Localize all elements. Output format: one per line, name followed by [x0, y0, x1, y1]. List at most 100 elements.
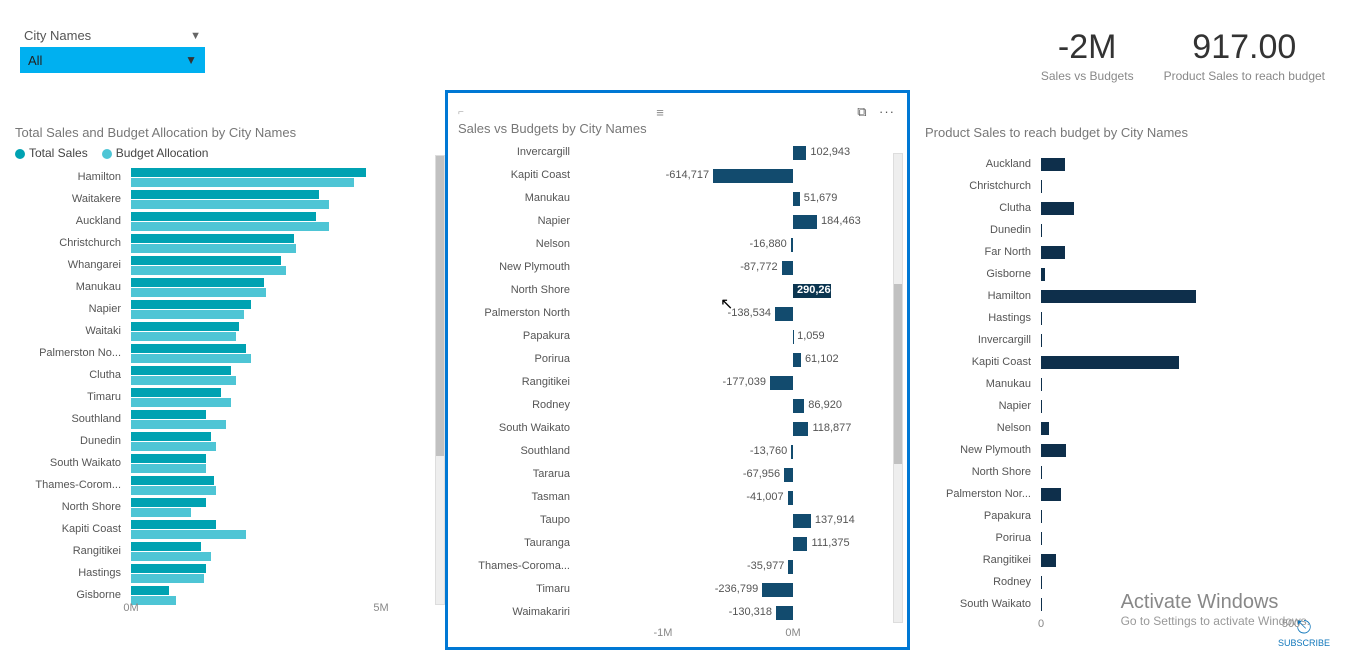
bar-total-sales[interactable]: [131, 542, 201, 551]
bar[interactable]: [1041, 246, 1065, 259]
bar-budget-allocation[interactable]: [131, 442, 216, 451]
chart-product-sales-to-reach-budget[interactable]: Product Sales to reach budget by City Na…: [925, 125, 1325, 645]
bar-row[interactable]: Palmerston No...: [15, 344, 435, 366]
bar-row[interactable]: Clutha: [925, 198, 1325, 220]
bar-row[interactable]: Waitaki: [15, 322, 435, 344]
slicer-dropdown[interactable]: All ▼: [20, 47, 205, 73]
bar-row[interactable]: Rodney86,920: [458, 395, 903, 418]
bar[interactable]: [1041, 158, 1065, 171]
bar-row[interactable]: South Waikato118,877: [458, 418, 903, 441]
bar[interactable]: [1041, 400, 1042, 413]
bar-total-sales[interactable]: [131, 234, 294, 243]
bar-total-sales[interactable]: [131, 190, 319, 199]
bar[interactable]: [1041, 356, 1179, 369]
bar-row[interactable]: Rangitikei-177,039: [458, 372, 903, 395]
bar[interactable]: [788, 491, 793, 505]
bar-total-sales[interactable]: [131, 410, 206, 419]
bar[interactable]: [1041, 510, 1042, 523]
bar-row[interactable]: Invercargill102,943: [458, 142, 903, 165]
bar[interactable]: [1041, 268, 1045, 281]
bar[interactable]: [793, 146, 806, 160]
bar-row[interactable]: Tararua-67,956: [458, 464, 903, 487]
bar[interactable]: [793, 422, 808, 436]
bar-row[interactable]: New Plymouth-87,772: [458, 257, 903, 280]
bar-row[interactable]: Taupo137,914: [458, 510, 903, 533]
card-sales-vs-budgets[interactable]: -2M Sales vs Budgets: [1041, 28, 1134, 83]
bar-total-sales[interactable]: [131, 300, 251, 309]
scrollbar[interactable]: [893, 153, 903, 623]
bar-total-sales[interactable]: [131, 476, 214, 485]
bar-total-sales[interactable]: [131, 344, 246, 353]
bar[interactable]: [793, 353, 801, 367]
bar-row[interactable]: Clutha: [15, 366, 435, 388]
bar-budget-allocation[interactable]: [131, 354, 251, 363]
bar-total-sales[interactable]: [131, 212, 316, 221]
bar-row[interactable]: Manukau: [925, 374, 1325, 396]
bar-row[interactable]: Timaru: [15, 388, 435, 410]
focus-mode-icon[interactable]: ⧉: [857, 104, 866, 119]
bar-total-sales[interactable]: [131, 520, 216, 529]
bar-budget-allocation[interactable]: [131, 200, 329, 209]
card-product-sales-to-reach-budget[interactable]: 917.00 Product Sales to reach budget: [1164, 28, 1325, 83]
scrollbar-thumb[interactable]: [436, 156, 444, 456]
bar-row[interactable]: Manukau51,679: [458, 188, 903, 211]
bar[interactable]: [793, 192, 800, 206]
bar-budget-allocation[interactable]: [131, 398, 231, 407]
bar-row[interactable]: Thames-Corom...: [15, 476, 435, 498]
bar-budget-allocation[interactable]: [131, 332, 236, 341]
bar-row[interactable]: Timaru-236,799: [458, 579, 903, 602]
bar[interactable]: [1041, 532, 1042, 545]
bar-row[interactable]: Hamilton: [925, 286, 1325, 308]
bar-row[interactable]: Kapiti Coast: [15, 520, 435, 542]
bar-budget-allocation[interactable]: [131, 244, 296, 253]
bar[interactable]: [1041, 180, 1042, 193]
bar-row[interactable]: Kapiti Coast-614,717: [458, 165, 903, 188]
bar[interactable]: [791, 445, 793, 459]
bar-row[interactable]: Thames-Coroma...-35,977: [458, 556, 903, 579]
bar[interactable]: [775, 307, 793, 321]
bar[interactable]: [791, 238, 793, 252]
bar-row[interactable]: Napier184,463: [458, 211, 903, 234]
bar[interactable]: [713, 169, 793, 183]
bar[interactable]: [1041, 378, 1042, 391]
bar-total-sales[interactable]: [131, 168, 366, 177]
bar-row[interactable]: Porirua61,102: [458, 349, 903, 372]
bar-row[interactable]: Papakura1,059: [458, 326, 903, 349]
bar[interactable]: [1041, 290, 1196, 303]
bar[interactable]: [1041, 466, 1042, 479]
bar[interactable]: [1041, 598, 1042, 611]
bar[interactable]: [1041, 224, 1042, 237]
bar-total-sales[interactable]: [131, 454, 206, 463]
bar[interactable]: [1041, 554, 1056, 567]
bar-row[interactable]: Dunedin: [925, 220, 1325, 242]
bar-budget-allocation[interactable]: [131, 464, 206, 473]
bar-budget-allocation[interactable]: [131, 420, 226, 429]
bar-row[interactable]: Rangitikei: [15, 542, 435, 564]
bar[interactable]: [793, 399, 804, 413]
bar-row[interactable]: Southland-13,760: [458, 441, 903, 464]
bar-row[interactable]: Napier: [15, 300, 435, 322]
bar-row[interactable]: Auckland: [15, 212, 435, 234]
bar-row[interactable]: North Shore290,263: [458, 280, 903, 303]
bar-budget-allocation[interactable]: [131, 310, 244, 319]
chart-total-sales-budget-allocation[interactable]: Total Sales and Budget Allocation by Cit…: [15, 125, 435, 645]
bar-budget-allocation[interactable]: [131, 178, 354, 187]
bar-row[interactable]: Dunedin: [15, 432, 435, 454]
bar-row[interactable]: Palmerston Nor...: [925, 484, 1325, 506]
scrollbar[interactable]: [435, 155, 445, 605]
bar-budget-allocation[interactable]: [131, 376, 236, 385]
bar-total-sales[interactable]: [131, 256, 281, 265]
drag-grip-icon[interactable]: ≡: [656, 105, 665, 120]
bar[interactable]: [770, 376, 793, 390]
bar[interactable]: [793, 537, 807, 551]
bar[interactable]: [784, 468, 793, 482]
bar[interactable]: [793, 215, 817, 229]
bar-row[interactable]: Napier: [925, 396, 1325, 418]
bar-total-sales[interactable]: [131, 388, 221, 397]
bar-total-sales[interactable]: [131, 564, 206, 573]
slicer-header[interactable]: City Names ▼: [20, 28, 205, 47]
bar-row[interactable]: Tauranga111,375: [458, 533, 903, 556]
bar-total-sales[interactable]: [131, 278, 264, 287]
bar[interactable]: [1041, 422, 1049, 435]
bar-row[interactable]: Manukau: [15, 278, 435, 300]
